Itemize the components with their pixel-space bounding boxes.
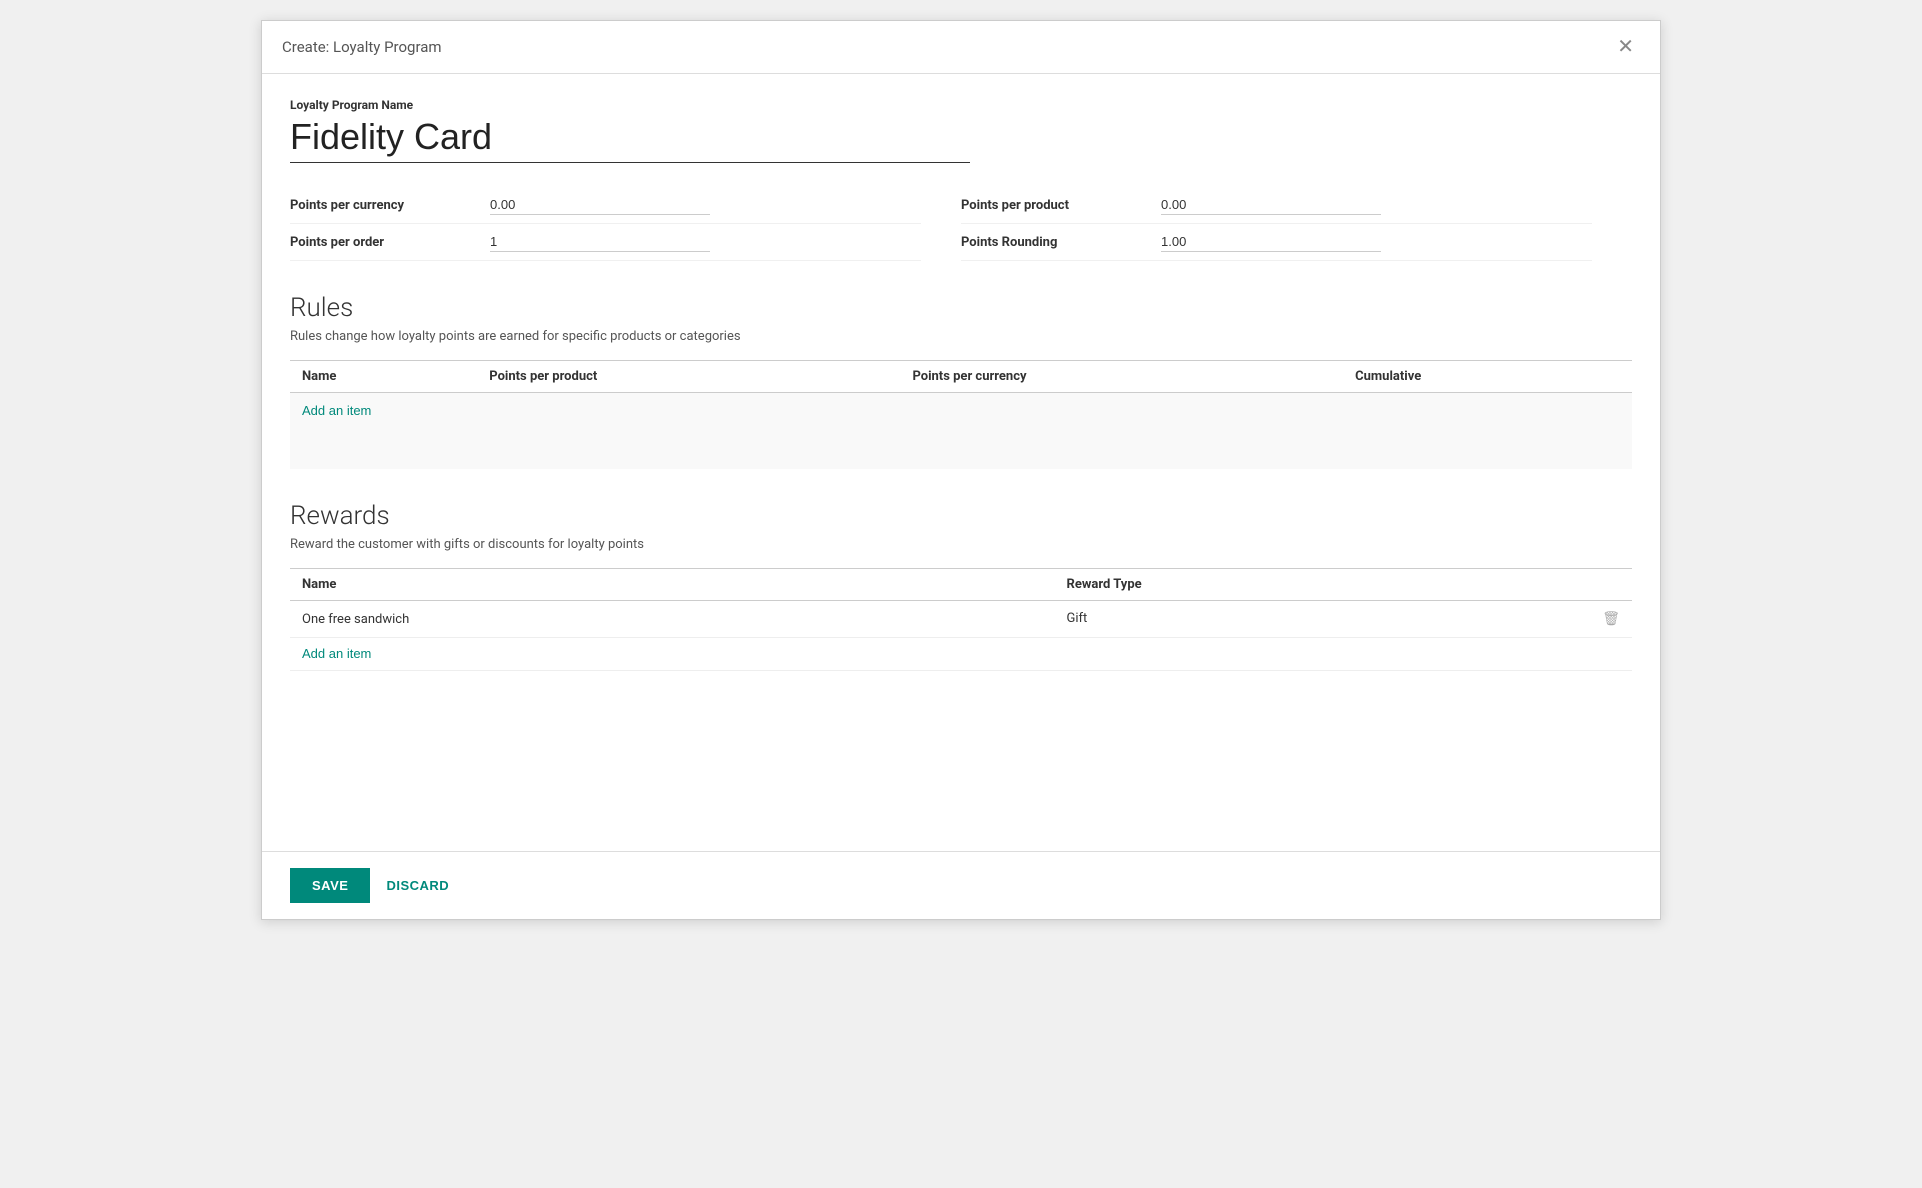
rules-description: Rules change how loyalty points are earn… [290, 329, 1632, 344]
program-name-label: Loyalty Program Name [290, 98, 1632, 112]
dialog: Create: Loyalty Program ✕ Loyalty Progra… [261, 20, 1661, 920]
fields-right: Points per product Points Rounding [961, 187, 1632, 261]
points-per-order-row: Points per order [290, 224, 921, 261]
rules-table: Name Points per product Points per curre… [290, 360, 1632, 469]
rewards-col-name: Name [290, 569, 1055, 601]
rules-col-points-per-product: Points per product [477, 361, 900, 393]
close-button[interactable]: ✕ [1611, 35, 1640, 59]
dialog-footer: SAVE DISCARD [262, 851, 1660, 919]
points-per-product-input[interactable] [1161, 195, 1381, 215]
rules-title: Rules [290, 293, 1632, 323]
dialog-body: Loyalty Program Name Points per currency… [262, 74, 1660, 851]
reward-type-cell: Gift 🗑 [1055, 601, 1632, 638]
rules-add-item-button[interactable]: Add an item [302, 403, 371, 418]
discard-button[interactable]: DISCARD [386, 878, 449, 893]
fields-grid: Points per currency Points per order Poi… [290, 187, 1632, 261]
points-rounding-label: Points Rounding [961, 235, 1161, 250]
rules-col-points-per-currency: Points per currency [900, 361, 1343, 393]
rewards-description: Reward the customer with gifts or discou… [290, 537, 1632, 552]
rules-add-item-cell: Add an item [290, 393, 1632, 430]
rules-section: Rules Rules change how loyalty points ar… [290, 293, 1632, 469]
rewards-title: Rewards [290, 501, 1632, 531]
rules-header-row: Name Points per product Points per curre… [290, 361, 1632, 393]
points-per-currency-label: Points per currency [290, 198, 490, 213]
points-per-currency-input[interactable] [490, 195, 710, 215]
points-rounding-row: Points Rounding [961, 224, 1592, 261]
points-per-order-label: Points per order [290, 235, 490, 250]
dialog-header: Create: Loyalty Program ✕ [262, 21, 1660, 74]
points-per-currency-row: Points per currency [290, 187, 921, 224]
rewards-section: Rewards Reward the customer with gifts o… [290, 501, 1632, 671]
reward-name-cell: One free sandwich [290, 601, 1055, 638]
rules-empty-cell [290, 429, 1632, 469]
dialog-title: Create: Loyalty Program [282, 38, 442, 56]
delete-reward-icon[interactable]: 🗑 [1602, 611, 1620, 627]
rewards-table: Name Reward Type One free sandwich Gift … [290, 568, 1632, 671]
fields-left: Points per currency Points per order [290, 187, 961, 261]
save-button[interactable]: SAVE [290, 868, 370, 903]
rewards-add-item-row: Add an item [290, 638, 1632, 671]
rules-empty-row [290, 429, 1632, 469]
rewards-add-item-cell: Add an item [290, 638, 1632, 671]
points-per-product-label: Points per product [961, 198, 1161, 213]
points-per-order-input[interactable] [490, 232, 710, 252]
rewards-row: One free sandwich Gift 🗑 [290, 601, 1632, 638]
program-name-input[interactable] [290, 116, 970, 163]
points-per-product-row: Points per product [961, 187, 1592, 224]
points-rounding-input[interactable] [1161, 232, 1381, 252]
rewards-header-row: Name Reward Type [290, 569, 1632, 601]
rules-col-name: Name [290, 361, 477, 393]
rules-col-cumulative: Cumulative [1343, 361, 1632, 393]
rules-add-item-row: Add an item [290, 393, 1632, 430]
rewards-col-reward-type: Reward Type [1055, 569, 1632, 601]
rewards-add-item-button[interactable]: Add an item [302, 646, 371, 661]
